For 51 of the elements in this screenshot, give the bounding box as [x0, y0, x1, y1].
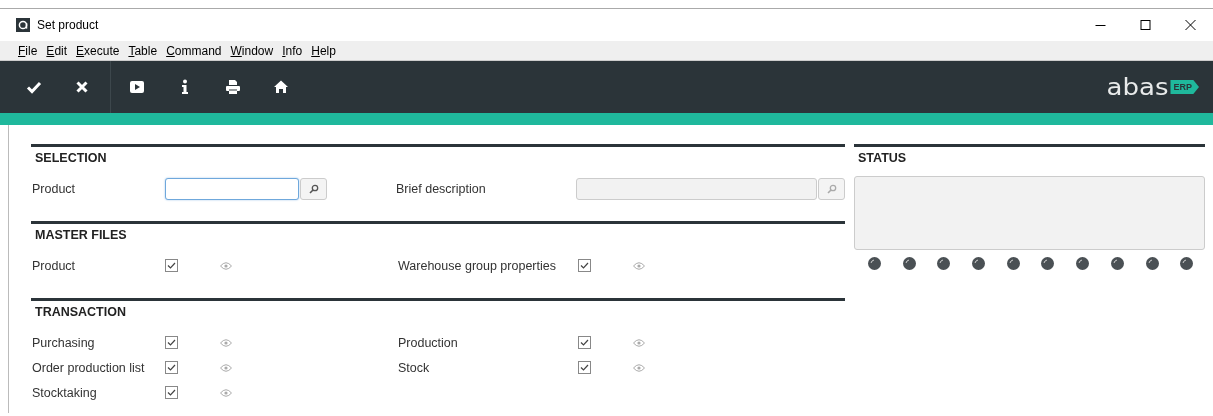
search-icon: [308, 183, 319, 194]
section-heading: SELECTION: [34, 150, 107, 167]
status-light-icon: [1076, 257, 1090, 270]
menu-item[interactable]: Window: [230, 43, 274, 58]
status-light-icon: [868, 257, 881, 270]
status-light-icon: [902, 257, 916, 270]
app-icon: [16, 18, 30, 32]
checkbox[interactable]: [165, 259, 178, 272]
checkbox[interactable]: [578, 259, 591, 272]
play-icon: [129, 79, 145, 95]
search-button[interactable]: [300, 177, 327, 200]
status-light-icon: [1041, 257, 1055, 270]
field-label: Brief description: [396, 181, 487, 196]
menu-item[interactable]: Help: [311, 43, 336, 58]
menu-item[interactable]: File: [18, 43, 38, 58]
input-field[interactable]: [165, 177, 299, 200]
checkbox[interactable]: [165, 361, 178, 374]
field-label: Product: [31, 258, 77, 273]
field-label: Order production list: [31, 360, 146, 375]
check-icon: [26, 79, 42, 95]
close-icon: [74, 79, 90, 95]
section-heading: STATUS: [857, 150, 907, 167]
logo-badge: ERP: [1170, 80, 1199, 94]
field-label: Warehouse group properties: [398, 258, 557, 273]
section-heading: TRANSACTION: [34, 304, 126, 321]
checkbox[interactable]: [165, 386, 178, 399]
status-light-icon: [937, 257, 951, 270]
status-light-icon: [1180, 257, 1194, 270]
checkbox[interactable]: [578, 336, 591, 349]
menu-item[interactable]: Edit: [46, 43, 68, 58]
field-label: Product: [31, 181, 77, 196]
status-light-icon: [1006, 257, 1020, 270]
checkbox[interactable]: [165, 336, 178, 349]
window-title: Set product: [37, 18, 99, 32]
menu-item[interactable]: Table: [128, 43, 158, 58]
logo-text: abas: [1106, 75, 1169, 99]
status-light-icon: [972, 257, 986, 270]
field-label: Production: [398, 335, 459, 350]
status-light-icon: [1145, 257, 1159, 270]
checkbox[interactable]: [578, 361, 591, 374]
search-icon: [826, 183, 837, 194]
printer-icon: [225, 79, 241, 95]
status-light-icon: [1110, 257, 1124, 270]
field-label: Stocktaking: [31, 385, 98, 400]
home-icon: [273, 79, 289, 95]
field-label: Stock: [398, 360, 431, 375]
menu-item[interactable]: Command: [166, 43, 222, 58]
menu-item[interactable]: Info: [282, 43, 303, 58]
field-label: Purchasing: [31, 335, 96, 350]
menu-item[interactable]: Execute: [76, 43, 120, 58]
section-heading: MASTER FILES: [34, 227, 127, 244]
